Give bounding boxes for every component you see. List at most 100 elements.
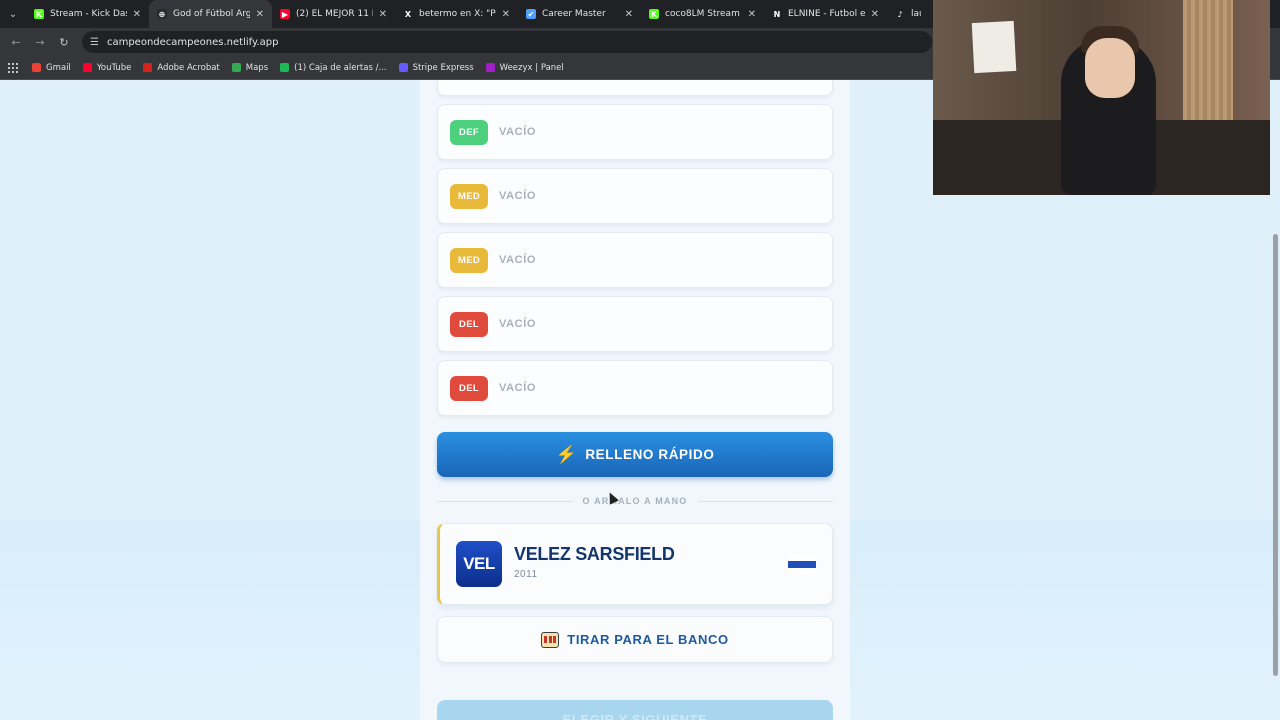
team-card[interactable]: VEL VELEZ SARSFIELD 2011 (437, 523, 833, 605)
browser-tab[interactable]: ⊕ God of Fútbol Argent ✕ (149, 0, 272, 28)
slot-value: VACÍO (499, 382, 537, 394)
lineup-slot[interactable]: MED VACÍO (437, 168, 833, 224)
webcam-person-face (1085, 38, 1135, 98)
browser-tab[interactable]: ✔ Career Master ✕ (518, 0, 641, 28)
tab-favicon-icon: K (34, 9, 44, 19)
bookmark-label: Weezyx | Panel (499, 62, 564, 73)
bookmark-item[interactable]: Stripe Express (398, 62, 474, 73)
lineup-slot-partial[interactable] (437, 80, 833, 96)
bookmark-list: Gmail YouTube Adobe Acrobat Maps (1) Caja de… (32, 63, 576, 73)
lineup-slot[interactable]: DEF VACÍO (437, 104, 833, 160)
team-name: VELEZ SARSFIELD (514, 544, 675, 564)
tab-close-icon[interactable]: ✕ (748, 9, 756, 20)
argentina-flag-icon (788, 555, 816, 574)
position-badge: DEF (450, 119, 488, 145)
tab-favicon-icon: ▶ (280, 9, 290, 19)
address-bar[interactable]: ☰ campeondecampeones.netlify.app (82, 31, 932, 53)
tab-list: K Stream - Kick Dashbo ✕ ⊕ God of Fútbol Arg… (26, 0, 929, 28)
lineup-slot[interactable]: DEL VACÍO (437, 296, 833, 352)
bookmark-item[interactable]: Adobe Acrobat (143, 62, 220, 73)
divider: O ARMALO A MANO (437, 494, 833, 508)
slot-value: VACÍO (499, 190, 537, 202)
flag-stripe (788, 567, 816, 574)
tab-favicon-icon: ♪ (895, 9, 905, 19)
tab-favicon-icon: ✔ (526, 9, 536, 19)
tab-favicon-icon: N (772, 9, 782, 19)
bookmark-label: Maps (245, 62, 269, 73)
quick-fill-label: RELLENO RÁPIDO (585, 447, 715, 462)
slot-value: VACÍO (499, 126, 537, 138)
tab-close-icon[interactable]: ✕ (379, 9, 387, 20)
bookmark-favicon-icon (398, 63, 408, 72)
position-badge: DEL (450, 375, 488, 401)
lineup-slot[interactable]: DEL VACÍO (437, 360, 833, 416)
webcam-overlay (933, 0, 1270, 195)
bookmark-label: (1) Caja de alertas /... (294, 62, 387, 73)
choose-next-button[interactable]: ELEGIR Y SIGUIENTE (437, 700, 833, 720)
bookmark-favicon-icon (32, 63, 41, 72)
choose-next-label: ELEGIR Y SIGUIENTE (562, 712, 708, 720)
quick-fill-button[interactable]: ⚡ RELLENO RÁPIDO (437, 432, 833, 477)
tab-title: God of Fútbol Argent (173, 9, 250, 19)
tab-close-icon[interactable]: ✕ (133, 9, 141, 20)
send-to-bench-button[interactable]: TIRAR PARA EL BANCO (437, 616, 833, 663)
tab-title: coco8LM Stream - W (665, 9, 742, 19)
tab-close-icon[interactable]: ✕ (502, 9, 510, 20)
apps-grid-icon[interactable] (8, 62, 18, 73)
bookmark-item[interactable]: (1) Caja de alertas /... (280, 62, 387, 73)
lineup-slot[interactable]: MED VACÍO (437, 232, 833, 288)
position-badge: MED (450, 183, 488, 209)
tab-title: ELNINE - Futbol en V (788, 9, 865, 19)
webcam-poster (971, 20, 1017, 74)
send-to-bench-label: TIRAR PARA EL BANCO (567, 632, 729, 647)
divider-line-right (697, 500, 833, 502)
page-scrollbar[interactable] (1270, 230, 1280, 720)
divider-text: O ARMALO A MANO (582, 496, 688, 506)
bookmark-item[interactable]: Maps (231, 62, 269, 73)
bookmark-label: Stripe Express (412, 62, 474, 73)
bookmark-item[interactable]: Gmail (32, 63, 71, 73)
tab-title: (2) EL MEJOR 11 ENT (296, 9, 373, 19)
bookmark-favicon-icon (143, 63, 153, 72)
tab-favicon-icon: K (649, 9, 659, 19)
bookmark-favicon-icon (485, 63, 495, 72)
browser-tab[interactable]: K Stream - Kick Dashbo ✕ (26, 0, 149, 28)
team-year: 2011 (514, 569, 538, 580)
slot-value: VACÍO (499, 254, 537, 266)
bookmark-label: Adobe Acrobat (157, 62, 220, 73)
bookmark-favicon-icon (280, 63, 290, 72)
tab-search-icon[interactable]: ⌄ (0, 0, 26, 28)
browser-tab[interactable]: ♪ lautaro (887, 0, 929, 28)
bookmark-label: Gmail (46, 62, 71, 73)
bookmark-favicon-icon (82, 63, 92, 72)
browser-tab[interactable]: Kcoco8LM Stream - W ✕ (641, 0, 764, 28)
position-badge: MED (450, 247, 488, 273)
divider-line-left (437, 500, 573, 502)
browser-tab[interactable]: ▶ (2) EL MEJOR 11 ENT ✕ (272, 0, 395, 28)
tab-close-icon[interactable]: ✕ (256, 9, 264, 20)
bookmark-item[interactable]: YouTube (82, 62, 132, 73)
bookmark-label: YouTube (96, 62, 132, 73)
scrollbar-thumb[interactable] (1273, 234, 1278, 676)
tab-favicon-icon: X (403, 9, 413, 19)
tab-favicon-icon: ⊕ (157, 9, 167, 19)
tab-title: Career Master (542, 9, 606, 19)
tab-title: Stream - Kick Dashbo (50, 9, 127, 19)
slot-machine-icon (541, 631, 560, 648)
position-badge: DEL (450, 311, 488, 337)
tab-title: betermo en X: "Por d (419, 9, 496, 19)
url-text: campeondecampeones.netlify.app (106, 36, 279, 48)
browser-tab[interactable]: Xbetermo en X: "Por d ✕ (395, 0, 518, 28)
bookmark-item[interactable]: Weezyx | Panel (485, 62, 564, 73)
back-arrow-icon[interactable]: ← (4, 30, 28, 54)
browser-tab[interactable]: N ELNINE - Futbol en V ✕ (764, 0, 887, 28)
forward-arrow-icon[interactable]: → (28, 30, 52, 54)
site-info-icon[interactable]: ☰ (90, 37, 99, 48)
slot-value: VACÍO (499, 318, 537, 330)
team-crest: VEL (456, 541, 502, 587)
reload-icon[interactable]: ↻ (52, 30, 76, 54)
bookmark-favicon-icon (231, 63, 241, 72)
tab-close-icon[interactable]: ✕ (625, 9, 633, 20)
tab-close-icon[interactable]: ✕ (871, 9, 879, 20)
lightning-icon: ⚡ (555, 444, 578, 464)
